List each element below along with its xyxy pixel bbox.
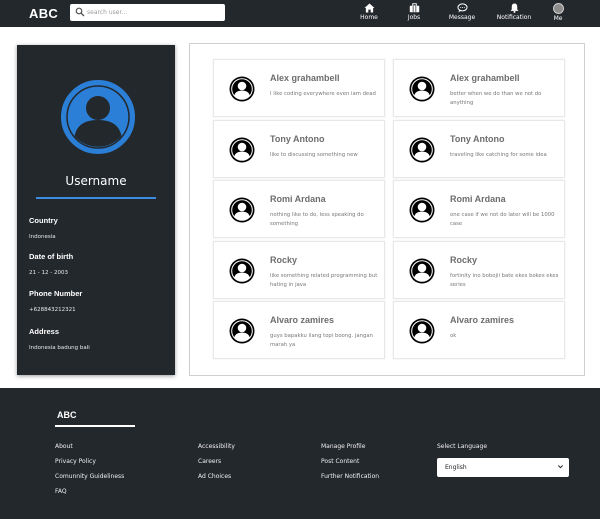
footer-brand-underline — [55, 425, 135, 427]
language-select[interactable]: English — [437, 458, 569, 477]
friend-description: guys bapakku ilang topi boong. jangan ma… — [270, 333, 373, 348]
friend-avatar-icon — [229, 197, 255, 223]
friend-description: nothing like to do, less speaking do som… — [270, 212, 364, 227]
friend-name[interactable]: Rocky — [270, 255, 297, 265]
friend-name[interactable]: Alvaro zamires — [270, 315, 334, 325]
nav-message-label: Message — [448, 14, 476, 21]
footer-link-privacy[interactable]: Privacy Policy — [55, 458, 96, 465]
footer-brand: ABC — [57, 410, 77, 420]
dob-label: Date of birth — [29, 252, 74, 261]
phone-label: Phone Number — [29, 289, 83, 298]
footer-link-ad-choices[interactable]: Ad Choices — [198, 473, 231, 480]
friend-card[interactable]: Alvaro zamires guys bapakku ilang topi bo… — [213, 301, 385, 359]
nav-notification[interactable]: Notification — [491, 3, 537, 21]
friend-avatar-icon — [409, 197, 435, 223]
friend-name[interactable]: Alex grahambell — [270, 73, 340, 83]
dob-value: 21 - 12 - 2003 — [29, 270, 68, 276]
friend-name[interactable]: Tony Antono — [450, 134, 504, 144]
nav-me[interactable]: Me — [535, 3, 581, 22]
nav-jobs[interactable]: Jobs — [391, 3, 437, 21]
friend-card[interactable]: Rocky fortinity ino bobojii bate ekes bok… — [393, 241, 565, 299]
friend-description: one case if we not do later will be 1000… — [450, 212, 555, 227]
friend-name[interactable]: Romi Ardana — [450, 194, 506, 204]
friend-card[interactable]: Rocky like something related programming … — [213, 241, 385, 299]
footer-link-faq[interactable]: FAQ — [55, 488, 67, 495]
friends-panel: Alex grahambell I like coding everywhere … — [189, 43, 585, 376]
friend-description: like to discussing something new — [270, 152, 358, 158]
footer-link-manage-profile[interactable]: Manage Profile — [321, 443, 365, 450]
friend-avatar-icon — [229, 76, 255, 102]
footer-link-post-content[interactable]: Post Content — [321, 458, 359, 465]
friend-name[interactable]: Romi Ardana — [270, 194, 326, 204]
friend-description: ok — [450, 333, 457, 339]
friend-description: fortinity ino bobojii bate ekes bokes ek… — [450, 273, 559, 288]
friend-name[interactable]: Alex grahambell — [450, 73, 520, 83]
friend-name[interactable]: Tony Antono — [270, 134, 324, 144]
user-avatar-icon — [61, 80, 135, 154]
address-label: Address — [29, 327, 60, 336]
briefcase-icon — [409, 3, 419, 13]
friend-card[interactable]: Romi Ardana one case if we not do later w… — [393, 180, 565, 238]
country-label: Country — [29, 216, 58, 225]
language-label: Select Language — [437, 443, 488, 450]
phone-value: +628843212321 — [29, 307, 76, 313]
username-underline — [36, 197, 156, 199]
nav-home-label: Home — [360, 14, 378, 21]
chat-icon — [456, 3, 468, 13]
footer-link-careers[interactable]: Careers — [198, 458, 221, 465]
footer-link-accessibility[interactable]: Accessibility — [198, 443, 235, 450]
footer-link-community[interactable]: Comunnity Guideliness — [55, 473, 124, 480]
friend-description: traveling like catching for some idea — [450, 152, 547, 158]
friend-avatar-icon — [409, 76, 435, 102]
friend-description: better when we do than we not do anythin… — [450, 91, 542, 106]
nav-message[interactable]: Message — [439, 3, 485, 21]
profile-username: Username — [65, 174, 127, 188]
friend-card[interactable]: Tony Antono like to discussing something … — [213, 120, 385, 178]
friend-card[interactable]: Alvaro zamires ok — [393, 301, 565, 359]
address-value: Indonesia badung bali — [29, 345, 90, 351]
friend-avatar-icon — [409, 318, 435, 344]
nav-jobs-label: Jobs — [407, 14, 421, 21]
profile-card: Username Country Indonesia Date of birth… — [17, 45, 175, 375]
brand-logo[interactable]: ABC — [29, 6, 58, 21]
friend-avatar-icon — [229, 137, 255, 163]
friend-description: like something related programming but h… — [270, 273, 378, 288]
friend-card[interactable]: Romi Ardana nothing like to do, less spea… — [213, 180, 385, 238]
friend-name[interactable]: Alvaro zamires — [450, 315, 514, 325]
language-selected: English — [445, 464, 467, 471]
footer: ABC About Privacy Policy Comunnity Guide… — [0, 388, 600, 519]
footer-link-about[interactable]: About — [55, 443, 73, 450]
nav-home[interactable]: Home — [346, 3, 392, 21]
friend-avatar-icon — [229, 318, 255, 344]
search-icon — [75, 7, 85, 17]
footer-link-further-notification[interactable]: Further Notification — [321, 473, 379, 480]
home-icon — [364, 3, 374, 13]
search-input[interactable] — [87, 6, 219, 19]
bell-icon — [510, 3, 518, 13]
friend-card[interactable]: Tony Antono traveling like catching for s… — [393, 120, 565, 178]
friend-description: I like coding everywhere even iam dead — [270, 91, 376, 97]
nav-notification-label: Notification — [496, 14, 532, 21]
friend-card[interactable]: Alex grahambell better when we do than we… — [393, 59, 565, 117]
friend-card[interactable]: Alex grahambell I like coding everywhere … — [213, 59, 385, 117]
friend-avatar-icon — [409, 258, 435, 284]
top-navbar: ABC Home Jobs Message — [0, 0, 600, 27]
friend-avatar-icon — [409, 137, 435, 163]
nav-me-label: Me — [553, 15, 563, 22]
avatar — [552, 3, 564, 14]
country-value: Indonesia — [29, 234, 56, 240]
friend-name[interactable]: Rocky — [450, 255, 477, 265]
friend-avatar-icon — [229, 258, 255, 284]
chevron-down-icon — [557, 465, 564, 469]
search-box[interactable] — [70, 4, 225, 21]
